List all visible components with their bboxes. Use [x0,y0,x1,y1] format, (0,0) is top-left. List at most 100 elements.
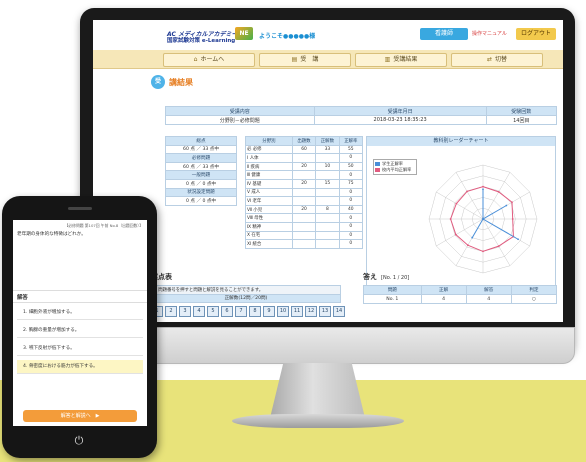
answer-section: 答え [No. 1 / 20] 問題 正解 解答 判定 No. 1 4 4 ○ [363,272,558,304]
answer-cell: ○ [510,294,558,304]
scoring-note: 1 問題番号を押すと問題と解説を見ることができます。 [151,285,341,295]
score-value: 0 点 ／ 0 点中 [165,178,237,189]
answer-section-bar: 解答 [13,290,147,303]
score-value: 0 点 ／ 0 点中 [165,196,237,206]
scoring-heading: 採点表 [151,273,172,281]
question-number-button[interactable]: 2 [165,306,177,317]
radar-series-self-point [505,204,508,207]
answer-cell: No. 1 [363,294,422,304]
nav-history-label: 受講結果 [393,56,418,63]
next-button[interactable]: 解答と解説へ ▶ [23,410,137,422]
field-score-table: 分野別 出題数 正解数 正解率 必 必修 60 33 55 Ⅰ 人体 0 Ⅱ 疾病 20 10 5… [245,136,364,249]
switch-icon: ⇄ [486,56,492,63]
field-header: 正解数 [315,136,340,146]
question-number-button[interactable]: 14 [333,306,345,317]
field-cell: 15 [315,178,340,189]
field-row: Ⅰ 人体 0 [245,153,364,163]
question-number-button[interactable]: 4 [193,306,205,317]
field-cell: 10 [315,161,340,172]
nav-course[interactable]: ▤ 受 講 [259,53,351,67]
field-cell [315,170,340,180]
field-cell: Ⅱ 疾病 [245,161,293,172]
field-cell [315,153,340,163]
field-cell: 0 [338,239,364,249]
field-row: Ⅺ 統合 0 [245,239,364,249]
field-cell: 0 [338,153,364,163]
info-header: 受験回数 [485,106,558,116]
radar-legend: 学生正解率 校内平均正解率 [373,159,417,175]
nav-switch[interactable]: ⇄ 切替 [451,53,543,67]
legend-avg-swatch [375,168,380,172]
score-label: 一般問題 [165,170,237,180]
question-number-button[interactable]: 3 [179,306,191,317]
field-cell [291,230,317,241]
question-number-button[interactable]: 12 [305,306,317,317]
score-label: 総点 [165,136,237,146]
field-cell [291,221,317,232]
field-cell [291,170,317,180]
scoring-section: 採点表 1 問題番号を押すと問題と解説を見ることができます。 正解数(12問／2… [151,272,351,317]
info-header: 受講内容 [165,106,315,116]
score-value: 60 点 ／ 33 点中 [165,161,237,172]
logout-button[interactable]: ログアウト [516,28,556,40]
nav-history[interactable]: ▥ 受講結果 [355,53,447,67]
nav-home[interactable]: ⌂ ホームへ [163,53,255,67]
radar-series-avg-point [497,245,500,248]
field-cell: 20 [291,204,317,215]
question-number-button[interactable]: 6 [221,306,233,317]
radar-series-self [471,189,519,240]
score-label: 状況設定問題 [165,187,237,198]
radar-series-avg-point [455,202,458,205]
field-cell: 0 [338,221,364,232]
field-cell [315,187,340,198]
field-cell: Ⅶ 小児 [245,204,293,215]
nav-home-label: ホームへ [200,56,225,63]
field-row: Ⅸ 精神 0 [245,221,364,232]
score-label: 必修問題 [165,153,237,163]
question-number-button[interactable]: 8 [249,306,261,317]
answer-option[interactable]: 3. 嚥下反射が低下する。 [17,342,143,356]
info-cell: 2018-03-23 18:35:23 [313,115,487,125]
radar-series-self-point [482,218,484,220]
desktop-screen: AC メディカルアカデミー 国家試験対策 e-Learning NE ようこそ●… [93,20,563,322]
question-number-button[interactable]: 9 [263,306,275,317]
legend-avg-label: 校内平均正解率 [382,167,412,172]
field-header: 分野別 [245,136,293,146]
legend-self-swatch [375,162,380,166]
answer-option[interactable]: 1. 細胞外液が増加する。 [17,306,143,320]
answer-heading: 答え [363,273,377,281]
field-cell [315,230,340,241]
question-number-list: 1 2 3 4 5 6 7 8 9 10 11 12 13 14 [151,306,351,317]
field-row: Ⅲ 健康 0 [245,170,364,180]
manual-link[interactable]: 操作マニュアル [472,30,507,37]
radar-series-avg-point [466,190,468,193]
field-header: 正解率 [338,136,364,146]
field-cell: Ⅷ 母性 [245,213,293,223]
question-number-button[interactable]: 13 [319,306,331,317]
answer-cell: 4 [420,294,467,304]
field-cell: 0 [338,196,364,206]
answer-option[interactable]: 2. 胸腺の重量が増加する。 [17,324,143,338]
field-cell: 33 [315,144,340,155]
question-number-button[interactable]: 11 [291,306,303,317]
field-cell: 40 [338,204,364,215]
smartphone: 【必修問題 第107回 午前 No.8（出題回数）】 老年期の身体的な特徴はどれ… [2,196,157,458]
power-icon[interactable]: ⏻ [68,432,90,450]
field-cell [315,221,340,232]
question-number-button[interactable]: 5 [207,306,219,317]
question-number-button[interactable]: 10 [277,306,289,317]
question-text: 老年期の身体的な特徴はどれか。 [17,232,86,237]
field-cell: Ⅰ 人体 [245,153,293,163]
site-header: AC メディカルアカデミー 国家試験対策 e-Learning NE ようこそ●… [93,20,563,48]
radar-series-avg-point [466,244,469,247]
field-cell [291,196,317,206]
field-cell [291,213,317,223]
answer-section-label: 解答 [17,295,28,301]
phone-screen: 【必修問題 第107回 午前 No.8（出題回数）】 老年期の身体的な特徴はどれ… [13,220,147,426]
question-number-button[interactable]: 7 [235,306,247,317]
book-icon: ▤ [291,56,298,63]
field-cell: 8 [315,204,340,215]
field-cell [315,196,340,206]
field-cell: 50 [338,161,364,172]
answer-option[interactable]: 4. 骨密度における筋力が低下する。 [17,360,143,374]
